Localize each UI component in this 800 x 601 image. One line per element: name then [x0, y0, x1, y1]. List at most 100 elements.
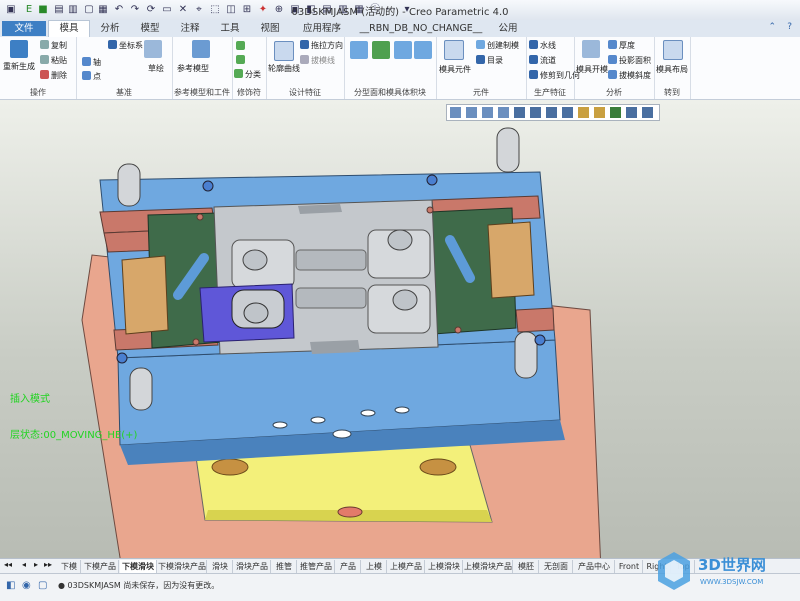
sketch-button[interactable]: 草绘 [148, 63, 164, 74]
catalog-button[interactable]: 目录 [476, 55, 503, 66]
volume-icon[interactable] [372, 41, 390, 59]
group-label-goto[interactable]: 转到 [654, 87, 690, 98]
mold-opening-button[interactable]: 模具开模 [576, 64, 608, 75]
thickness-button[interactable]: 厚度 [608, 40, 635, 51]
group-label-refmodel[interactable]: 参考模型和工件 [172, 87, 232, 98]
minimize-ribbon-icon[interactable]: ⌃ [768, 22, 776, 32]
draft-line-icon [300, 55, 309, 64]
point-icon [82, 71, 91, 80]
view-tab[interactable]: 上模 [362, 560, 387, 573]
window-title: 03DSKMJASM (活动的) - Creo Parametric 4.0 [291, 7, 509, 18]
catalog-icon [476, 55, 485, 64]
regenerate-icon[interactable] [10, 40, 28, 58]
group-label-components[interactable]: 元件 [436, 87, 526, 98]
graphics-window[interactable]: 插入模式 层状态:00_MOVING_HE(+) [0, 100, 800, 558]
copy-button[interactable]: 复制 [40, 40, 67, 51]
tab-tools[interactable]: 工具 [212, 21, 248, 36]
view-tab[interactable]: 模胚 [514, 560, 539, 573]
projected-area-button[interactable]: 投影面积 [608, 55, 651, 66]
browser-toggle-icon[interactable]: ◉ [22, 580, 31, 591]
ref-model-button[interactable]: 参考模型 [177, 63, 209, 74]
split-icon[interactable] [414, 41, 432, 59]
csys-button[interactable]: 坐标系 [108, 40, 143, 51]
mold-layout-button[interactable]: 模具布局 [656, 64, 688, 75]
mold-component-button[interactable]: 模具元件 [439, 64, 471, 75]
scroll-left-icon[interactable]: ◂◂ [4, 560, 12, 569]
thickness-icon [608, 40, 617, 49]
waterline-button[interactable]: 水线 [529, 40, 556, 51]
delete-icon [40, 70, 49, 79]
trim-button[interactable]: 修剪到几何 [529, 70, 580, 81]
paste-icon [40, 55, 49, 64]
view-tab[interactable]: 推管 [272, 560, 297, 573]
help-icon[interactable]: ? [787, 22, 792, 32]
title-bar: ▣ E ■ ▤ ▥ ▢ ▦ ↶ ↷ ⟳ ▭ ✕ ⌖ ⬚ ◫ ⊞ ✦ ⊕ ▣ ◧ … [0, 0, 800, 21]
view-tab[interactable]: 产品中心 [574, 560, 615, 573]
ref-model-icon[interactable] [192, 40, 210, 58]
runner-button[interactable]: 流道 [529, 55, 556, 66]
view-tab[interactable]: 下模滑块 [120, 560, 157, 573]
modifier-2-icon[interactable] [236, 55, 247, 65]
draft-check-button[interactable]: 拔模斜度 [608, 70, 651, 81]
classify-button[interactable]: 分类 [234, 69, 261, 80]
group-datum: 坐标系 轴 点 草绘 基准 [76, 37, 173, 99]
mold-opening-icon[interactable] [582, 40, 600, 58]
group-label-production[interactable]: 生产特征 [526, 87, 574, 98]
model-tree-toggle-icon[interactable]: ◧ [6, 580, 15, 591]
regenerate-button[interactable]: 重新生成 [3, 61, 35, 72]
delete-button[interactable]: 删除 [40, 70, 67, 81]
tab-applications[interactable]: 应用程序 [296, 21, 348, 36]
create-molding-button[interactable]: 创建制模 [476, 40, 519, 51]
draw-direction-button[interactable]: 拖拉方向 [300, 40, 343, 51]
parting-surface-icon[interactable] [350, 41, 368, 59]
sketch-icon[interactable] [144, 40, 162, 58]
group-label-operations[interactable]: 操作 [0, 87, 76, 98]
trim-icon [529, 70, 538, 79]
point-button[interactable]: 点 [82, 71, 101, 82]
status-message: ● 03DSKMJASM 尚未保存，因为没有更改。 [58, 581, 220, 590]
silhouette-curve-icon[interactable] [274, 41, 294, 61]
tab-mold[interactable]: 模具 [48, 20, 90, 38]
watermark-url: WWW.3DSJW.COM [700, 578, 763, 586]
group-label-design[interactable]: 设计特征 [266, 87, 344, 98]
view-tab[interactable]: 上模滑块 [426, 560, 463, 573]
group-refmodel: 参考模型 参考模型和工件 [172, 37, 233, 99]
mold-layout-icon[interactable] [663, 40, 683, 60]
view-tab[interactable]: 推管产品 [298, 560, 335, 573]
tab-common[interactable]: 公用 [490, 21, 526, 36]
modifier-1-icon[interactable] [236, 41, 247, 51]
view-tab[interactable]: 下模 [58, 560, 81, 573]
view-tab[interactable]: Front [616, 560, 643, 573]
group-label-analysis[interactable]: 分析 [574, 87, 654, 98]
view-tab[interactable]: 上模滑块产品 [464, 560, 513, 573]
tab-file[interactable]: 文件 [2, 21, 46, 36]
tab-view[interactable]: 视图 [252, 21, 288, 36]
axis-button[interactable]: 轴 [82, 57, 101, 68]
group-operations: 重新生成 复制 粘贴 删除 操作 [0, 37, 77, 99]
tab-model[interactable]: 模型 [132, 21, 168, 36]
classify-icon [234, 69, 243, 78]
draft-line-button[interactable]: 拔模线 [300, 55, 335, 66]
view-tab[interactable]: 滑块 [208, 560, 233, 573]
group-label-parting[interactable]: 分型面和模具体积块 [344, 87, 436, 98]
mold-assembly-model[interactable] [0, 100, 800, 558]
tab-rbn-db[interactable]: __RBN_DB_NO_CHANGE__ [358, 21, 484, 36]
view-tab[interactable]: 下模滑块产品 [158, 560, 207, 573]
view-tab[interactable]: 上模产品 [388, 560, 425, 573]
scroll-right-icon[interactable]: ▸▸ [44, 560, 52, 569]
tab-annotate[interactable]: 注释 [172, 21, 208, 36]
scroll-next-icon[interactable]: ▸ [34, 560, 38, 569]
skirt-icon[interactable] [394, 41, 412, 59]
tab-analysis[interactable]: 分析 [92, 21, 128, 36]
silhouette-curve-button[interactable]: 轮廓曲线 [268, 63, 300, 74]
group-label-modifiers[interactable]: 修饰符 [232, 87, 266, 98]
view-tab[interactable]: 产品 [336, 560, 361, 573]
view-tab[interactable]: 下模产品 [82, 560, 119, 573]
group-label-datum[interactable]: 基准 [76, 87, 172, 98]
view-tab[interactable]: 滑块产品 [234, 560, 271, 573]
paste-button[interactable]: 粘贴 [40, 55, 67, 66]
scroll-prev-icon[interactable]: ◂ [22, 560, 26, 569]
fullscreen-icon[interactable]: ▢ [38, 580, 47, 591]
mold-component-icon[interactable] [444, 40, 464, 60]
view-tab[interactable]: 无剖面 [540, 560, 573, 573]
